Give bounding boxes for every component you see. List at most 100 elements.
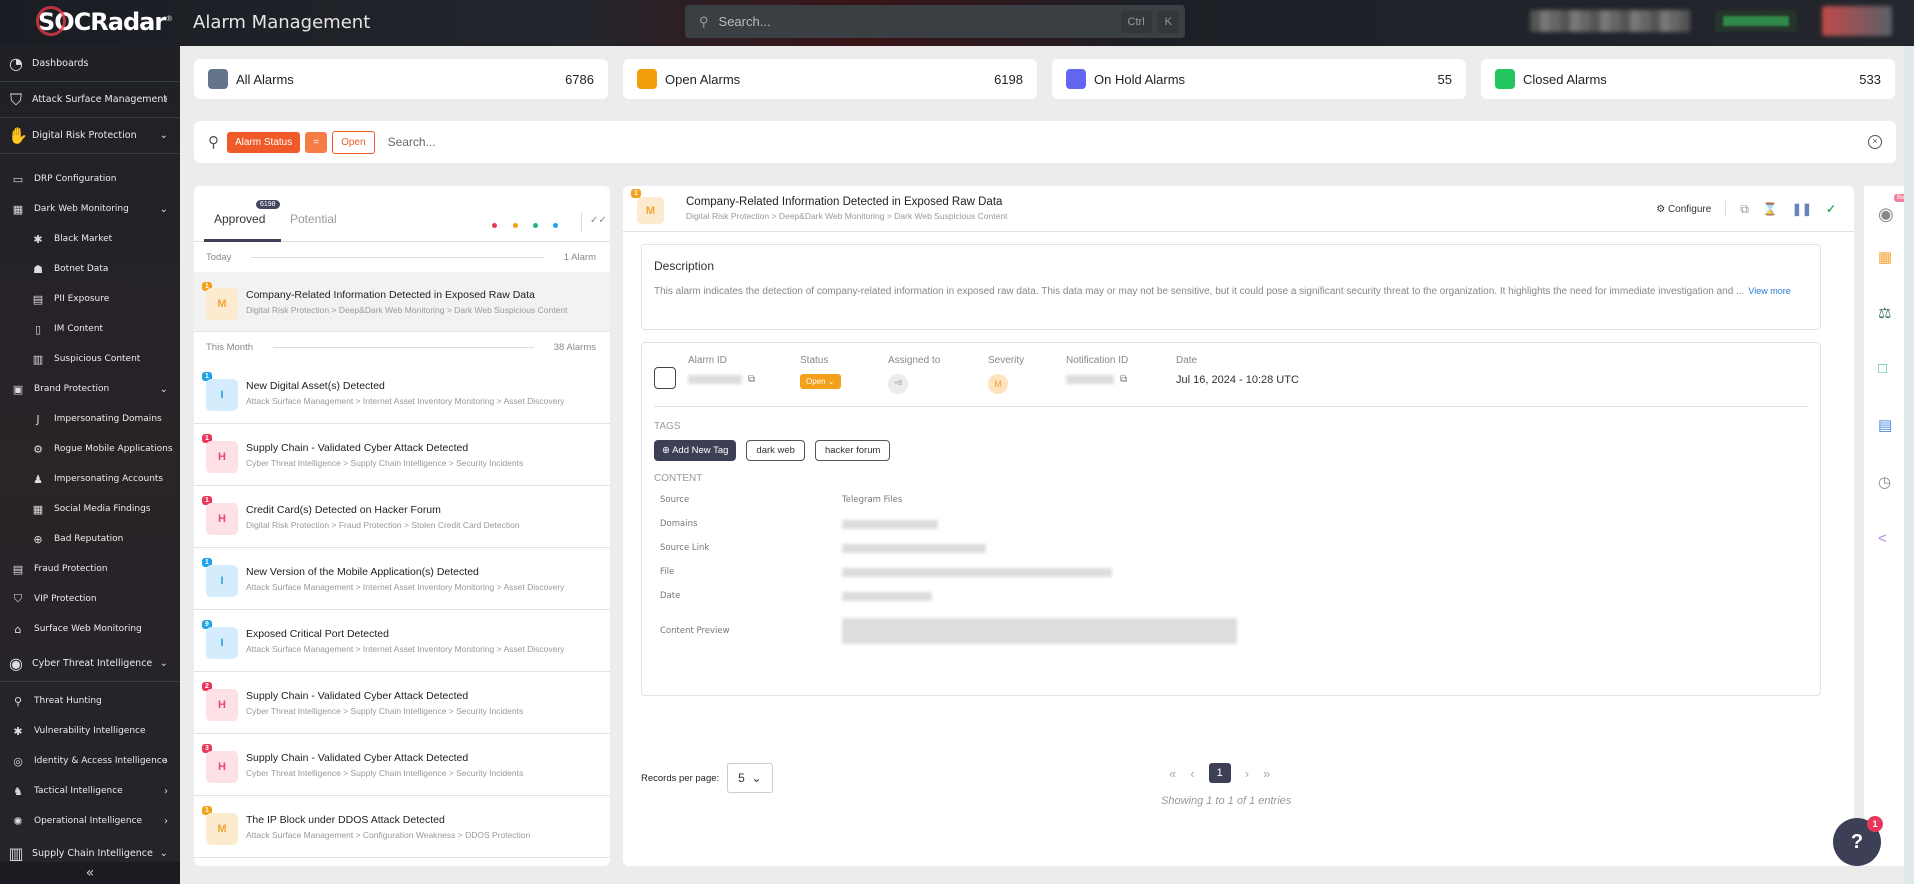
filter-dot-high[interactable] — [492, 223, 497, 228]
share-icon[interactable]: < — [1878, 530, 1887, 547]
sidebar-item-drp-configuration[interactable]: ▭ DRP Configuration — [0, 164, 180, 194]
collapse-sidebar-button[interactable]: « — [0, 862, 180, 884]
filter-dot-low[interactable] — [533, 223, 538, 228]
search-input[interactable]: Search... — [719, 14, 1121, 29]
question-chat-icon[interactable]: □ — [1878, 360, 1887, 377]
chevron-right-icon[interactable]: › — [164, 786, 168, 797]
prev-page-button[interactable]: ‹ — [1190, 766, 1194, 781]
user-avatar[interactable] — [1822, 6, 1892, 36]
stat-card-open-alarms[interactable]: Open Alarms 6198 — [623, 59, 1037, 99]
list-item[interactable]: 1 H Credit Card(s) Detected on Hacker Foru… — [194, 486, 610, 548]
filter-dot-info[interactable] — [553, 223, 558, 228]
list-item[interactable]: 1 I New Version of the Mobile Application(… — [194, 548, 610, 610]
clear-filter-icon[interactable]: × — [1868, 135, 1882, 149]
stat-card-closed-alarms[interactable]: Closed Alarms 533 — [1481, 59, 1895, 99]
filter-operator-chip[interactable]: = — [305, 131, 328, 153]
id-card-icon: ▤ — [32, 292, 44, 306]
sidebar-item-label: Threat Hunting — [34, 696, 102, 706]
tab-approved[interactable]: Approved — [214, 212, 265, 226]
copy-check-icon[interactable]: ⧉ — [1740, 202, 1749, 217]
hourglass-icon[interactable]: ⌛ — [1763, 202, 1778, 216]
first-page-button[interactable]: « — [1169, 766, 1176, 781]
eye-icon[interactable]: ◉ — [1878, 204, 1894, 225]
sidebar-item-identity-access-intelligence[interactable]: ◎ Identity & Access Intelligence › — [0, 746, 180, 776]
scales-icon[interactable]: ⚖ — [1878, 304, 1891, 322]
sidebar-item-black-market[interactable]: ✱ Black Market — [0, 224, 180, 254]
records-per-page-select[interactable]: 5 ⌄ — [727, 763, 773, 793]
sidebar-item-botnet-data[interactable]: ☗ Botnet Data — [0, 254, 180, 284]
page-scrollbar[interactable] — [1904, 46, 1914, 884]
help-button[interactable]: ? 1 — [1833, 816, 1883, 866]
tag-chip[interactable]: hacker forum — [814, 440, 891, 461]
view-more-link[interactable]: View more — [1748, 286, 1790, 296]
next-page-button[interactable]: › — [1245, 766, 1249, 781]
sidebar-item-digital-risk-protection[interactable]: ✋ Digital Risk Protection ⌄ — [0, 118, 180, 154]
filter-search-input[interactable]: Search... — [388, 135, 1868, 149]
sidebar-item-im-content[interactable]: ▯ IM Content — [0, 314, 180, 344]
sidebar-item-vulnerability-intelligence[interactable]: ✱ Vulnerability Intelligence — [0, 716, 180, 746]
sidebar-item-operational-intelligence[interactable]: ✺ Operational Intelligence › — [0, 806, 180, 836]
tag-chip[interactable]: dark web — [746, 440, 805, 461]
list-item[interactable]: 1 M The IP Block under DDOS Attack Detecte… — [194, 796, 610, 858]
list-item[interactable]: 2 H Supply Chain - Validated Cyber Attack … — [194, 672, 610, 734]
configure-button[interactable]: ⚙ Configure — [1656, 204, 1711, 215]
sidebar-item-bad-reputation[interactable]: ⊕ Bad Reputation — [0, 524, 180, 554]
filter-field-chip[interactable]: Alarm Status — [227, 131, 301, 153]
page-1-button[interactable]: 1 — [1208, 763, 1231, 783]
sidebar-item-pii-exposure[interactable]: ▤ PII Exposure — [0, 284, 180, 314]
chevron-right-icon[interactable]: › — [164, 94, 168, 105]
grid-icon[interactable]: ▦ — [1878, 248, 1892, 266]
sidebar-item-threat-hunting[interactable]: ⚲ Threat Hunting — [0, 686, 180, 716]
socradar-logo[interactable]: SOCRadar® — [36, 6, 173, 36]
sidebar-item-dashboards[interactable]: ◔ Dashboards — [0, 46, 180, 82]
resolve-check-icon[interactable]: ✓ — [1826, 202, 1836, 216]
sidebar-item-rogue-mobile-applications[interactable]: ⚙ Rogue Mobile Applications — [0, 434, 180, 464]
filter-value-chip[interactable]: Open — [332, 130, 375, 154]
last-page-button[interactable]: » — [1263, 766, 1270, 781]
chevron-down-icon[interactable]: ⌄ — [160, 130, 168, 141]
chevron-right-icon[interactable]: › — [164, 756, 168, 767]
sidebar-item-surface-web-monitoring[interactable]: ⌂ Surface Web Monitoring — [0, 614, 180, 644]
stat-card-all-alarms[interactable]: All Alarms 6786 — [194, 59, 608, 99]
sidebar-item-impersonating-accounts[interactable]: ♟ Impersonating Accounts — [0, 464, 180, 494]
sidebar-item-attack-surface-management[interactable]: ⛉ Attack Surface Management › — [0, 82, 180, 118]
status-dropdown[interactable]: Open ⌄ — [800, 374, 841, 389]
list-item[interactable]: 1 M Company-Related Information Detected i… — [194, 272, 610, 332]
sidebar-item-vip-protection[interactable]: ⛉ VIP Protection — [0, 584, 180, 614]
comments-icon[interactable]: ▤ — [1878, 416, 1892, 434]
list-item[interactable]: 1 I New Digital Asset(s) Detected Attack Su… — [194, 362, 610, 424]
chevron-down-icon[interactable]: ⌄ — [160, 848, 168, 859]
copy-icon[interactable]: ⧉ — [1120, 374, 1127, 385]
status-indicator[interactable] — [1715, 10, 1797, 32]
assignee-avatar[interactable]: +8 — [888, 374, 908, 394]
list-item[interactable]: 9 I Exposed Critical Port Detected Attack S… — [194, 610, 610, 672]
list-item[interactable]: 1 H Supply Chain - Validated Cyber Attack … — [194, 424, 610, 486]
list-item[interactable]: 3 H Supply Chain - Validated Cyber Attack … — [194, 734, 610, 796]
sidebar-item-brand-protection[interactable]: ▣ Brand Protection ⌄ — [0, 374, 180, 404]
sidebar-item-social-media-findings[interactable]: ▦ Social Media Findings — [0, 494, 180, 524]
sidebar-item-cyber-threat-intelligence[interactable]: ◉ Cyber Threat Intelligence ⌄ — [0, 646, 180, 682]
sidebar-item-tactical-intelligence[interactable]: ♞ Tactical Intelligence › — [0, 776, 180, 806]
chevron-right-icon[interactable]: › — [164, 816, 168, 827]
chevron-down-icon[interactable]: ⌄ — [160, 204, 168, 215]
list-group-header: This Month 38 Alarms — [194, 332, 610, 362]
stat-card-on-hold-alarms[interactable]: On Hold Alarms 55 — [1052, 59, 1466, 99]
user-org-info[interactable] — [1530, 10, 1690, 32]
alarm-clock-icon[interactable]: ◷ — [1878, 473, 1891, 491]
web-icon: ⌂ — [14, 622, 22, 636]
filter-dot-medium[interactable] — [513, 223, 518, 228]
select-checkbox[interactable] — [654, 367, 676, 389]
global-search[interactable]: ⚲ Search... Ctrl K — [685, 5, 1185, 38]
sidebar-item-dark-web-monitoring[interactable]: ▦ Dark Web Monitoring ⌄ — [0, 194, 180, 224]
chevron-down-icon[interactable]: ⌄ — [160, 384, 168, 395]
chevron-down-icon[interactable]: ⌄ — [160, 658, 168, 669]
pause-icon[interactable]: ❚❚ — [1792, 202, 1812, 216]
content-row: Source Telegram Files — [642, 488, 1820, 512]
sidebar-item-impersonating-domains[interactable]: J Impersonating Domains — [0, 404, 180, 434]
mark-all-read-icon[interactable]: ✓✓ — [590, 215, 607, 226]
tab-potential[interactable]: Potential — [290, 212, 337, 226]
sidebar-item-suspicious-content[interactable]: ▥ Suspicious Content — [0, 344, 180, 374]
copy-icon[interactable]: ⧉ — [748, 374, 755, 385]
add-tag-button[interactable]: ⊕ Add New Tag — [654, 440, 737, 461]
sidebar-item-fraud-protection[interactable]: ▤ Fraud Protection — [0, 554, 180, 584]
